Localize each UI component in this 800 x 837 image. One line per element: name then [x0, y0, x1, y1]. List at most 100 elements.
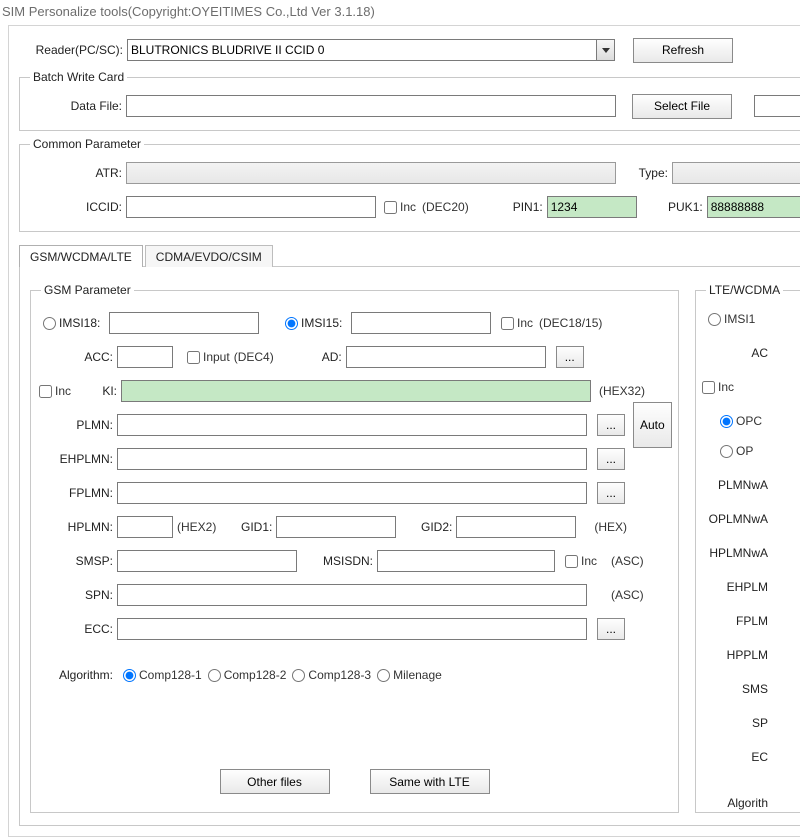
- puk1-label: PUK1:: [651, 200, 707, 214]
- refresh-button[interactable]: Refresh: [633, 38, 733, 63]
- ecc-more-button[interactable]: ...: [597, 618, 625, 640]
- tab-gsm-wcdma-lte[interactable]: GSM/WCDMA/LTE: [19, 245, 143, 267]
- puk1-input[interactable]: [707, 196, 800, 218]
- atr-field: [126, 162, 616, 184]
- type-field: [672, 162, 800, 184]
- pin1-input[interactable]: [547, 196, 637, 218]
- ehplmn-input[interactable]: [117, 448, 587, 470]
- lte-hpplm-label: HPPLM: [702, 648, 772, 662]
- fplmn-label: FPLMN:: [37, 486, 117, 500]
- acc-input-checkbox[interactable]: [187, 351, 200, 364]
- reader-combo[interactable]: [127, 39, 615, 61]
- ki-input[interactable]: [121, 380, 591, 402]
- lte-inc-checkbox[interactable]: [702, 381, 715, 394]
- smsp-label: SMSP:: [37, 554, 117, 568]
- hex32-label: (HEX32): [599, 384, 645, 398]
- fplmn-input[interactable]: [117, 482, 587, 504]
- plmn-input[interactable]: [117, 414, 587, 436]
- lte-sms-label: SMS: [702, 682, 772, 696]
- algo1-label: Comp128-1: [139, 668, 202, 682]
- lte-imsi1-label: IMSI1: [724, 312, 755, 326]
- spn-input[interactable]: [117, 584, 587, 606]
- reader-input[interactable]: [128, 40, 596, 60]
- msisdn-inc-checkbox[interactable]: [565, 555, 578, 568]
- msisdn-label: MSISDN:: [297, 554, 377, 568]
- main-panel: Reader(PC/SC): Refresh Batch Write Card …: [8, 25, 800, 837]
- gsm-group: GSM Parameter IMSI18: IMSI15: Inc (DEC18…: [30, 283, 679, 813]
- lte-inc-label: Inc: [718, 380, 734, 394]
- algo-comp128-1-radio[interactable]: [123, 669, 136, 682]
- select-file-button[interactable]: Select File: [632, 94, 732, 119]
- tab-body: GSM Parameter IMSI18: IMSI15: Inc (DEC18…: [19, 266, 800, 826]
- gid1-label: GID1:: [216, 520, 276, 534]
- imsi-inc-label: Inc: [517, 316, 533, 330]
- smsp-input[interactable]: [117, 550, 297, 572]
- ad-more-button[interactable]: ...: [556, 346, 584, 368]
- ecc-input[interactable]: [117, 618, 587, 640]
- lte-ac-label: AC: [702, 346, 772, 360]
- tab-cdma-evdo-csim[interactable]: CDMA/EVDO/CSIM: [145, 245, 273, 267]
- common-legend: Common Parameter: [30, 137, 144, 151]
- lte-opc-radio[interactable]: [720, 415, 733, 428]
- lte-hplmnwa-label: HPLMNwA: [702, 546, 772, 560]
- datafile-input[interactable]: [126, 95, 616, 117]
- window-title: SIM Personalize tools(Copyright:OYEITIME…: [0, 0, 800, 25]
- dec20-label: (DEC20): [422, 200, 469, 214]
- atr-label: ATR:: [26, 166, 126, 180]
- batch-legend: Batch Write Card: [30, 70, 127, 84]
- iccid-label: ICCID:: [26, 200, 126, 214]
- plmn-label: PLMN:: [37, 418, 117, 432]
- imsi-inc-checkbox[interactable]: [501, 317, 514, 330]
- lte-op-label: OP: [736, 444, 753, 458]
- other-files-button[interactable]: Other files: [220, 769, 330, 794]
- reader-label: Reader(PC/SC):: [19, 43, 127, 57]
- fplmn-more-button[interactable]: ...: [597, 482, 625, 504]
- imsi18-radio[interactable]: [43, 317, 56, 330]
- chevron-down-icon[interactable]: [596, 40, 614, 60]
- iccid-inc-checkbox[interactable]: [384, 201, 397, 214]
- same-with-lte-button[interactable]: Same with LTE: [370, 769, 490, 794]
- batch-extra-input[interactable]: [754, 95, 800, 117]
- imsi18-label: IMSI18:: [59, 316, 109, 330]
- algo2-label: Comp128-2: [224, 668, 287, 682]
- imsi18-input[interactable]: [109, 312, 259, 334]
- common-group: Common Parameter ATR: Type: ICCID: Inc (…: [19, 137, 800, 232]
- ad-label: AD:: [274, 350, 346, 364]
- ehplmn-more-button[interactable]: ...: [597, 448, 625, 470]
- lte-op-radio[interactable]: [720, 445, 733, 458]
- msisdn-inc-label: Inc: [581, 554, 597, 568]
- lte-group: LTE/WCDMA IMSI1 AC Inc OPC OP PLMNwA OPL…: [695, 283, 800, 813]
- ki-inc-checkbox[interactable]: [39, 385, 52, 398]
- imsi15-input[interactable]: [351, 312, 491, 334]
- lte-imsi1-radio[interactable]: [708, 313, 721, 326]
- auto-button[interactable]: Auto: [633, 402, 672, 448]
- algo-comp128-3-radio[interactable]: [292, 669, 305, 682]
- batch-group: Batch Write Card Data File: Select File: [19, 70, 800, 131]
- hex-label: (HEX): [594, 520, 627, 534]
- tabs: GSM/WCDMA/LTE CDMA/EVDO/CSIM: [19, 242, 800, 266]
- gid2-input[interactable]: [456, 516, 576, 538]
- plmn-more-button[interactable]: ...: [597, 414, 625, 436]
- smsp-asc-label: (ASC): [611, 554, 644, 568]
- acc-input-label: Input: [203, 350, 230, 364]
- ecc-label: ECC:: [37, 622, 117, 636]
- reader-row: Reader(PC/SC): Refresh: [19, 36, 800, 64]
- algo-milenage-radio[interactable]: [377, 669, 390, 682]
- imsi15-radio[interactable]: [285, 317, 298, 330]
- lte-legend: LTE/WCDMA: [706, 283, 783, 297]
- imsi15-label: IMSI15:: [301, 316, 351, 330]
- ad-input[interactable]: [346, 346, 546, 368]
- lte-oplmnwa-label: OPLMNwA: [702, 512, 772, 526]
- type-label: Type:: [632, 166, 672, 180]
- hplmn-label: HPLMN:: [37, 520, 117, 534]
- algo-comp128-2-radio[interactable]: [208, 669, 221, 682]
- acc-input[interactable]: [117, 346, 173, 368]
- lte-ec-label: EC: [702, 750, 772, 764]
- lte-fplm-label: FPLM: [702, 614, 772, 628]
- iccid-input[interactable]: [126, 196, 376, 218]
- msisdn-input[interactable]: [377, 550, 555, 572]
- spn-label: SPN:: [37, 588, 117, 602]
- hplmn-input[interactable]: [117, 516, 173, 538]
- lte-opc-label: OPC: [736, 414, 762, 428]
- gid1-input[interactable]: [276, 516, 396, 538]
